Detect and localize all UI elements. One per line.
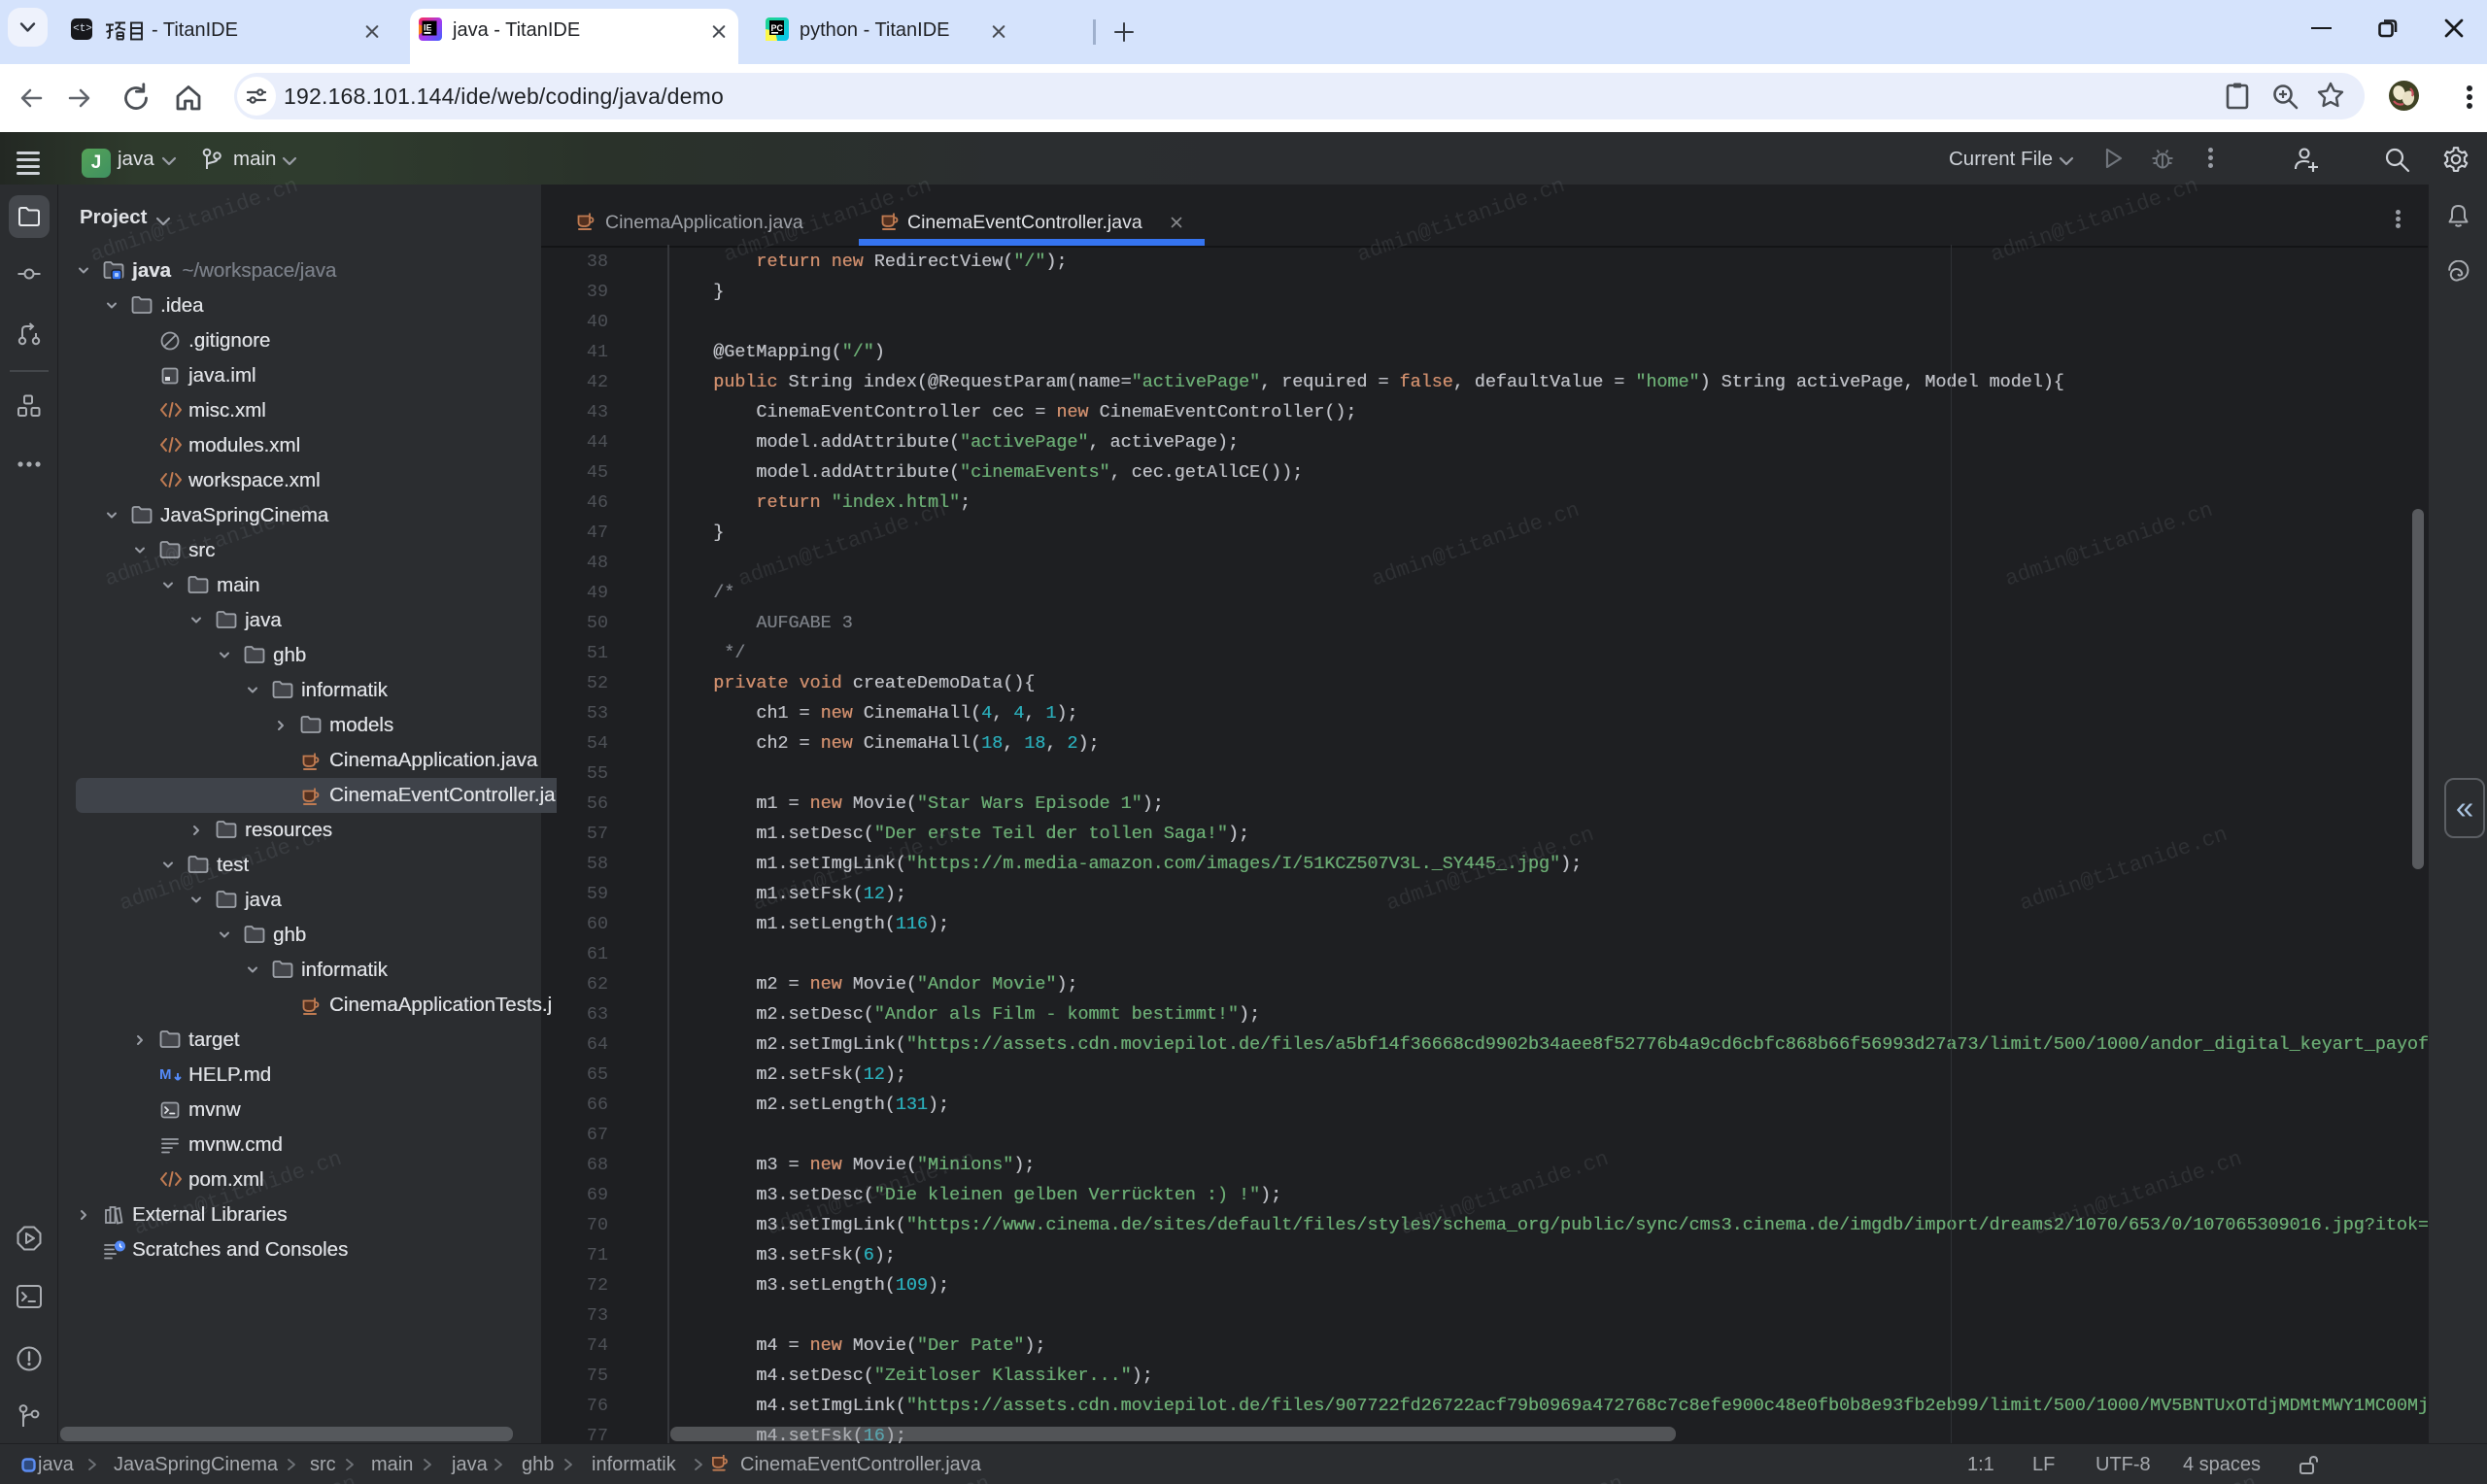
svg-text:PC: PC [771,23,784,33]
svg-text:IE: IE [424,23,432,33]
svg-text:M: M [159,1066,172,1083]
